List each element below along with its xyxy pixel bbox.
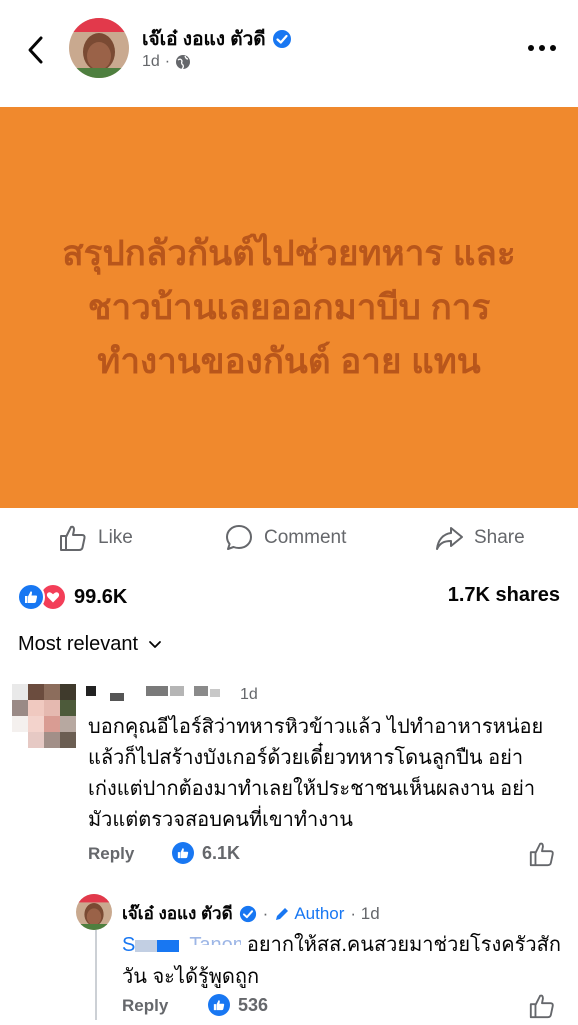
reply-text: S Tanom อยากให้สส.คนสวยมาช่วยโรงครัวสักวั… — [122, 934, 561, 988]
sort-label: Most relevant — [18, 633, 139, 655]
like-label: Like — [98, 527, 133, 548]
comment-button[interactable]: Comment — [224, 520, 346, 556]
reply-author-name[interactable]: เจ๊เอ๋ งอแง ตัวดี — [122, 900, 233, 927]
comment-reply-button[interactable]: Reply — [88, 844, 134, 864]
comment-sort-dropdown[interactable]: Most relevant — [18, 633, 162, 656]
more-horizontal-icon — [528, 45, 534, 51]
verified-badge-icon — [239, 905, 256, 922]
commenter-avatar[interactable] — [12, 684, 76, 748]
post-text: สรุปกลัวกันต์ไปช่วยทหาร และชาวบ้านเลยออก… — [62, 233, 516, 381]
post-author[interactable]: เจ๊เอ๋ งอแง ตัวดี — [142, 24, 292, 54]
post-text-card: สรุปกลัวกันต์ไปช่วยทหาร และชาวบ้านเลยออก… — [0, 107, 578, 508]
comment-like-count[interactable]: 6.1K — [172, 842, 240, 864]
author-badge: Author — [274, 904, 344, 924]
more-options-button[interactable] — [522, 36, 562, 60]
like-badge-icon — [172, 842, 194, 864]
reply-header: เจ๊เอ๋ งอแง ตัวดี · Author · 1d — [122, 900, 380, 927]
reply-like-button[interactable] — [528, 992, 556, 1025]
share-count[interactable]: 1.7K shares — [448, 584, 560, 607]
pencil-icon — [276, 907, 289, 920]
back-button[interactable] — [18, 30, 52, 70]
comment-text: บอกคุณอีไอร์สิว่าทหารหิวข้าวแล้ว ไปทำอาห… — [88, 716, 544, 831]
reply-like-count[interactable]: 536 — [208, 994, 268, 1016]
chevron-left-icon — [28, 36, 43, 64]
post-meta: 1d · — [142, 53, 191, 71]
mention-link[interactable]: S Tanom — [122, 934, 241, 956]
post-author-name[interactable]: เจ๊เอ๋ งอแง ตัวดี — [142, 24, 266, 54]
reply-time: · 1d — [350, 903, 380, 923]
reply-author-avatar[interactable] — [76, 894, 112, 930]
comment-label: Comment — [264, 527, 347, 548]
like-badge-icon — [208, 994, 230, 1016]
share-label: Share — [474, 527, 525, 548]
share-button[interactable]: Share — [434, 520, 525, 556]
globe-icon — [176, 55, 191, 70]
chevron-down-icon — [149, 640, 161, 648]
thumbs-up-icon — [60, 525, 86, 551]
post-time: 1d — [142, 53, 160, 70]
author-avatar[interactable] — [69, 18, 129, 78]
reaction-summary[interactable]: 99.6K — [17, 583, 127, 611]
thumbs-up-icon — [529, 994, 554, 1019]
reply-reply-button[interactable]: Reply — [122, 996, 168, 1016]
share-icon — [436, 527, 463, 550]
reply-thread-line — [95, 930, 97, 1020]
thumbs-up-icon — [529, 842, 554, 867]
comment-icon — [226, 525, 252, 550]
comment-time: 1d — [240, 686, 258, 703]
like-button[interactable]: Like — [58, 520, 133, 556]
comment-like-button[interactable] — [528, 840, 556, 873]
verified-badge-icon — [272, 30, 291, 48]
like-reaction-icon — [17, 583, 45, 611]
reaction-count: 99.6K — [74, 585, 128, 608]
